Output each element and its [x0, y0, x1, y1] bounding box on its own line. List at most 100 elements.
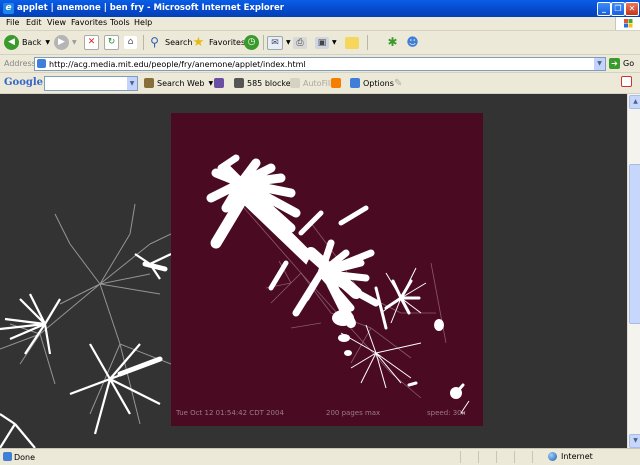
anemone-applet[interactable]: Tue Oct 12 01:54:42 CDT 2004 200 pages m… — [171, 113, 483, 426]
highlight-button[interactable]: ✎ — [394, 78, 402, 89]
blogger-icon — [331, 78, 341, 88]
search-web-button[interactable]: Search Web ▼ — [144, 78, 213, 88]
chevron-down-icon[interactable]: ▼ — [594, 58, 605, 70]
maximize-button[interactable]: ❐ — [611, 2, 625, 16]
scroll-up-icon[interactable]: ▲ — [629, 95, 640, 109]
discuss-button[interactable] — [345, 34, 362, 51]
favorites-button[interactable]: ★ Favorites — [191, 34, 245, 51]
status-divider — [496, 451, 497, 463]
zone-label: Internet — [561, 452, 593, 461]
go-label: Go — [623, 59, 635, 68]
menu-view[interactable]: View — [47, 18, 66, 27]
star-icon: ★ — [192, 35, 205, 50]
google-toolbar: Google ▼ ▼ Search Web ▼ 585 blocked Auto… — [0, 73, 640, 94]
ie-icon: e — [3, 3, 14, 14]
messenger-button[interactable]: ✱ — [385, 34, 403, 51]
status-divider — [460, 451, 461, 463]
chevron-down-icon: ▼ — [208, 79, 214, 87]
options-label: Options — [363, 78, 394, 88]
status-divider — [478, 451, 479, 463]
chevron-down-icon: ▼ — [286, 39, 291, 46]
autofill-label: AutoFill — [303, 78, 333, 88]
autofill-icon — [290, 78, 300, 88]
scroll-thumb[interactable] — [629, 164, 640, 324]
popup-blocker-icon — [234, 78, 244, 88]
history-icon: ◷ — [244, 35, 259, 50]
window-title: applet | anemone | ben fry - Microsoft I… — [17, 3, 284, 13]
anemone-visualization — [206, 154, 470, 414]
chevron-down-icon: ▼ — [72, 39, 77, 46]
pages-max-text: 200 pages max — [326, 409, 381, 417]
menu-tools[interactable]: Tools — [110, 18, 130, 27]
options-button[interactable]: Options — [350, 78, 394, 88]
address-bar: Address ▼ ➔ Go — [0, 55, 640, 73]
page-viewport: Tue Oct 12 01:54:42 CDT 2004 200 pages m… — [0, 94, 627, 448]
blocked-label: 585 blocked — [247, 78, 296, 88]
refresh-icon: ↻ — [104, 35, 119, 50]
go-button[interactable]: ➔ Go — [609, 58, 634, 69]
buddies-button[interactable]: ☻ — [405, 34, 423, 51]
search-label: Search — [165, 38, 193, 47]
security-zone: Internet — [548, 452, 593, 461]
menu-bar: File Edit View Favorites Tools Help — [0, 17, 640, 31]
standard-toolbar: ◀ Back ▼ ▶ ▼ ✕ ↻ ⌂ ⚲ Search ★ Favorites … — [0, 31, 640, 55]
popup-blocked-icon — [621, 76, 632, 87]
mail-button[interactable]: ✉ ▼ — [267, 34, 291, 51]
minimize-button[interactable]: _ — [597, 2, 611, 16]
pencil-icon: ✎ — [394, 78, 403, 89]
back-arrow-icon: ◀ — [4, 35, 19, 50]
popups-allowed-button[interactable] — [621, 76, 635, 87]
url-input[interactable] — [49, 58, 589, 70]
speed-text: speed: 30x — [427, 409, 466, 417]
blogger-button[interactable] — [331, 78, 344, 88]
print-button[interactable]: ⎙ — [293, 34, 310, 51]
home-button[interactable]: ⌂ — [124, 34, 140, 51]
stop-button[interactable]: ✕ — [84, 34, 102, 51]
search-icon: ⚲ — [150, 35, 159, 49]
back-label: Back — [22, 38, 42, 47]
menu-favorites[interactable]: Favorites — [71, 18, 107, 27]
anemone-background-drawing — [0, 203, 171, 448]
favorites-label: Favorites — [209, 38, 246, 47]
google-search-input[interactable]: ▼ — [44, 76, 138, 91]
page-done-icon — [3, 452, 12, 461]
scroll-down-icon[interactable]: ▼ — [629, 434, 640, 448]
status-divider — [514, 451, 515, 463]
edit-icon: ▣ — [315, 36, 329, 49]
autofill-button[interactable]: AutoFill — [290, 78, 332, 88]
popup-blocker-button[interactable]: 585 blocked — [234, 78, 296, 88]
toolbar-separator — [367, 35, 368, 50]
toolbar-separator — [263, 35, 264, 50]
search-web-label: Search Web — [157, 78, 205, 88]
menu-help[interactable]: Help — [134, 18, 152, 27]
buddies-icon: ☻ — [406, 35, 419, 49]
forward-arrow-icon: ▶ — [54, 35, 69, 50]
edit-button[interactable]: ▣ ▼ — [315, 34, 337, 51]
forward-button[interactable]: ▶ ▼ — [54, 34, 77, 51]
back-button[interactable]: ◀ Back ▼ — [4, 34, 50, 51]
home-icon: ⌂ — [124, 36, 137, 49]
address-field[interactable]: ▼ — [34, 57, 606, 71]
close-button[interactable]: ✕ — [625, 2, 639, 16]
pagerank-button[interactable] — [214, 78, 227, 88]
menu-edit[interactable]: Edit — [26, 18, 42, 27]
title-bar: e applet | anemone | ben fry - Microsoft… — [0, 0, 640, 17]
vertical-scrollbar[interactable]: ▲ ▼ — [627, 94, 640, 448]
menu-file[interactable]: File — [6, 18, 19, 27]
google-logo[interactable]: Google ▼ — [4, 77, 50, 88]
history-button[interactable]: ◷ — [244, 34, 262, 51]
print-icon: ⎙ — [293, 36, 307, 49]
chevron-down-icon: ▼ — [332, 39, 337, 46]
search-button[interactable]: ⚲ Search — [147, 34, 192, 51]
page-icon — [37, 59, 46, 68]
refresh-button[interactable]: ↻ — [104, 34, 122, 51]
note-icon — [345, 36, 359, 49]
status-text: Done — [14, 453, 36, 462]
chevron-down-icon[interactable]: ▼ — [127, 77, 137, 90]
messenger-icon: ✱ — [387, 35, 398, 49]
news-icon — [214, 78, 224, 88]
mail-icon: ✉ — [267, 35, 283, 50]
binoculars-icon — [144, 78, 154, 88]
google-logo-text: Google — [4, 77, 44, 88]
globe-icon — [548, 452, 557, 461]
